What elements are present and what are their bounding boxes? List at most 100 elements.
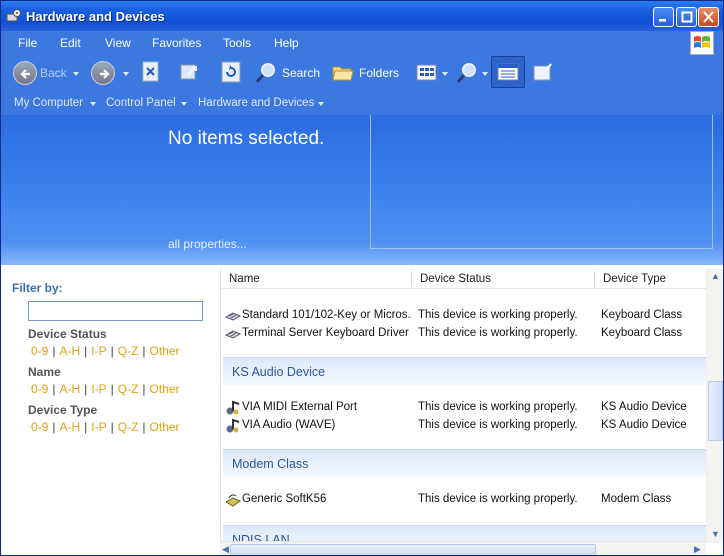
column-name[interactable]: Name — [229, 273, 260, 285]
refresh-icon — [221, 61, 241, 83]
selection-status: No items selected. — [168, 128, 325, 149]
breadcrumb-chevron-icon[interactable] — [318, 102, 324, 106]
table-row[interactable]: Generic SoftK56 This device is working p… — [221, 491, 706, 509]
group-label: KS Audio Device — [232, 365, 326, 379]
filter-link[interactable]: 0-9 — [31, 344, 48, 358]
checklist-icon — [533, 63, 552, 81]
table-row[interactable]: VIA MIDI External Port This device is wo… — [221, 399, 706, 417]
breadcrumb-chevron-icon[interactable] — [181, 102, 187, 106]
separator: | — [142, 382, 146, 396]
separator: | — [110, 344, 114, 358]
filter-link[interactable]: Other — [150, 420, 180, 434]
horizontal-scroll-thumb[interactable] — [230, 544, 596, 555]
back-dropdown-icon[interactable] — [73, 72, 79, 76]
search-label: Search — [282, 66, 321, 80]
back-arrow-icon — [13, 61, 37, 85]
filter-group-device-status: Device Status — [28, 327, 107, 341]
menu-file[interactable]: File — [18, 36, 37, 50]
column-divider[interactable] — [411, 271, 412, 287]
modem-icon — [225, 494, 241, 507]
device-name: Generic SoftK56 — [242, 493, 327, 505]
device-type: KS Audio Device — [601, 419, 687, 431]
vertical-scrollbar[interactable]: ▲ ▼ — [706, 269, 723, 543]
filter-input[interactable] — [28, 301, 203, 321]
filter-link[interactable]: 0-9 — [31, 382, 48, 396]
filter-links-device-type: 0-9 | A-H | I-P | Q-Z | Other — [31, 420, 180, 434]
move-button[interactable] — [179, 61, 201, 87]
filter-link[interactable]: Q-Z — [118, 344, 139, 358]
filter-link[interactable]: A-H — [59, 382, 80, 396]
audio-device-icon — [226, 418, 240, 433]
scroll-right-icon[interactable]: ▶ — [694, 544, 701, 555]
filter-link[interactable]: A-H — [59, 420, 80, 434]
filter-link[interactable]: I-P — [91, 382, 106, 396]
back-button[interactable]: Back — [13, 61, 85, 87]
separator: | — [84, 344, 88, 358]
forward-dropdown-icon[interactable] — [123, 72, 129, 76]
filter-link[interactable]: A-H — [59, 344, 80, 358]
menu-help[interactable]: Help — [274, 36, 299, 50]
device-type: Keyboard Class — [601, 327, 683, 339]
scroll-up-icon[interactable]: ▲ — [711, 271, 720, 281]
search-button[interactable]: Search — [254, 61, 322, 87]
breadcrumb-control-panel[interactable]: Control Panel — [106, 97, 176, 109]
column-divider[interactable] — [594, 271, 595, 287]
scroll-down-icon[interactable]: ▼ — [711, 529, 720, 539]
folders-icon — [332, 66, 354, 81]
menu-tools[interactable]: Tools — [223, 36, 251, 50]
breadcrumb-chevron-icon[interactable] — [90, 102, 96, 106]
device-status: This device is working properly. — [418, 419, 578, 431]
group-label: Modem Class — [232, 457, 309, 471]
search-options-button[interactable] — [455, 61, 491, 87]
filter-group-name: Name — [28, 365, 61, 379]
menu-view[interactable]: View — [105, 36, 131, 50]
table-row[interactable]: Terminal Server Keyboard Driver This dev… — [221, 325, 706, 343]
close-button[interactable] — [698, 7, 719, 27]
device-status: This device is working properly. — [418, 493, 578, 505]
breadcrumb-my-computer[interactable]: My Computer — [14, 97, 83, 109]
filter-link[interactable]: Q-Z — [118, 382, 139, 396]
delete-icon — [142, 61, 159, 82]
menu-favorites[interactable]: Favorites — [152, 36, 201, 50]
group-header[interactable]: KS Audio Device — [223, 357, 706, 385]
windows-logo-icon — [690, 31, 714, 55]
vertical-scroll-thumb[interactable] — [708, 381, 723, 441]
folders-button[interactable]: Folders — [331, 61, 399, 87]
forward-arrow-icon — [91, 61, 115, 85]
minimize-button[interactable] — [653, 7, 674, 27]
audio-device-icon — [226, 400, 240, 415]
filter-link[interactable]: 0-9 — [31, 420, 48, 434]
filter-link[interactable]: I-P — [91, 344, 106, 358]
delete-button[interactable] — [142, 61, 164, 87]
filter-link[interactable]: Q-Z — [118, 420, 139, 434]
filter-link[interactable]: Other — [150, 344, 180, 358]
separator: | — [110, 420, 114, 434]
keyboard-icon — [225, 312, 241, 321]
table-row[interactable]: Standard 101/102-Key or Micros... This d… — [221, 307, 706, 325]
menu-edit[interactable]: Edit — [60, 36, 81, 50]
filter-link[interactable]: I-P — [91, 420, 106, 434]
views-dropdown-icon[interactable] — [442, 72, 448, 76]
filter-link[interactable]: Other — [150, 382, 180, 396]
filter-heading: Filter by: — [12, 281, 63, 295]
filter-links-name: 0-9 | A-H | I-P | Q-Z | Other — [31, 382, 180, 396]
details-view-button[interactable] — [491, 56, 525, 88]
scroll-left-icon[interactable]: ◀ — [222, 544, 229, 555]
refresh-button[interactable] — [221, 61, 243, 87]
forward-button[interactable] — [91, 61, 131, 87]
column-device-status[interactable]: Device Status — [420, 273, 491, 285]
device-type: KS Audio Device — [601, 401, 687, 413]
explorer-window: Hardware and Devices File Edit View Favo… — [0, 0, 724, 556]
search-options-dropdown-icon[interactable] — [482, 72, 488, 76]
maximize-button[interactable] — [676, 7, 697, 27]
properties-button[interactable] — [532, 61, 554, 87]
all-properties-link[interactable]: all properties... — [168, 237, 247, 251]
views-button[interactable] — [415, 61, 451, 87]
breadcrumb-hardware-and-devices[interactable]: Hardware and Devices — [198, 97, 314, 109]
horizontal-scrollbar[interactable]: ◀ ▶ — [220, 541, 706, 555]
table-row[interactable]: VIA Audio (WAVE) This device is working … — [221, 417, 706, 435]
group-header[interactable]: Modem Class — [223, 449, 706, 477]
column-device-type[interactable]: Device Type — [603, 273, 666, 285]
title-bar[interactable]: Hardware and Devices — [1, 1, 723, 31]
device-list: Name Device Status Device Type Standard … — [220, 269, 706, 543]
